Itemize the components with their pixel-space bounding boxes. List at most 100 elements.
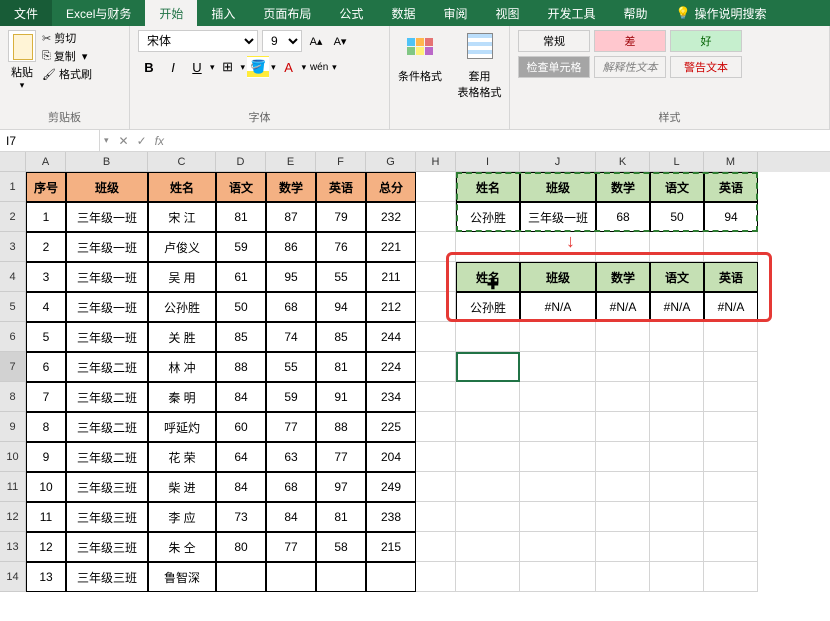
cell[interactable] xyxy=(416,532,456,562)
cell[interactable]: 94 xyxy=(704,202,758,232)
cell[interactable]: 238 xyxy=(366,502,416,532)
tab-insert[interactable]: 插入 xyxy=(197,0,249,26)
cell[interactable] xyxy=(416,232,456,262)
cell[interactable] xyxy=(650,442,704,472)
tab-help[interactable]: 帮助 xyxy=(610,0,662,26)
table-format-label[interactable]: 套用 表格格式 xyxy=(458,68,502,100)
cell[interactable] xyxy=(366,562,416,592)
cell[interactable]: 77 xyxy=(266,532,316,562)
table-format-icon[interactable] xyxy=(464,30,496,62)
cell[interactable] xyxy=(520,352,596,382)
cell[interactable]: 84 xyxy=(216,472,266,502)
cell[interactable]: 88 xyxy=(216,352,266,382)
cell[interactable] xyxy=(704,472,758,502)
cell[interactable]: 三年级二班 xyxy=(66,442,148,472)
style-normal[interactable]: 常规 xyxy=(518,30,590,52)
row-header[interactable]: 11 xyxy=(0,472,26,502)
tell-me[interactable]: 💡操作说明搜索 xyxy=(662,0,781,26)
cell[interactable]: 13 xyxy=(26,562,66,592)
cell[interactable]: #N/A xyxy=(650,292,704,322)
col-header[interactable]: A xyxy=(26,152,66,172)
cell[interactable]: 12 xyxy=(26,532,66,562)
cell[interactable]: 55 xyxy=(266,352,316,382)
cell[interactable] xyxy=(650,322,704,352)
cell[interactable] xyxy=(650,502,704,532)
cell[interactable]: 秦 明 xyxy=(148,382,216,412)
cell[interactable]: 班级 xyxy=(66,172,148,202)
cell[interactable] xyxy=(456,352,520,382)
cell[interactable] xyxy=(650,352,704,382)
cell[interactable]: 59 xyxy=(216,232,266,262)
fill-color-button[interactable]: 🪣 xyxy=(247,56,269,78)
cell[interactable] xyxy=(216,562,266,592)
col-header[interactable]: L xyxy=(650,152,704,172)
cell[interactable]: 公孙胜 xyxy=(148,292,216,322)
cell[interactable]: 249 xyxy=(366,472,416,502)
cell[interactable] xyxy=(650,532,704,562)
cell[interactable]: 三年级一班 xyxy=(520,202,596,232)
cell[interactable]: 姓名 xyxy=(456,262,520,292)
cell[interactable] xyxy=(520,562,596,592)
formula-input[interactable] xyxy=(170,134,830,148)
cell[interactable]: 花 荣 xyxy=(148,442,216,472)
cell[interactable] xyxy=(596,352,650,382)
cell[interactable]: 数学 xyxy=(596,172,650,202)
style-explain[interactable]: 解释性文本 xyxy=(594,56,666,78)
cell[interactable]: 80 xyxy=(216,532,266,562)
cell[interactable]: 73 xyxy=(216,502,266,532)
cell[interactable]: #N/A xyxy=(704,292,758,322)
cell[interactable] xyxy=(416,472,456,502)
cell[interactable]: 211 xyxy=(366,262,416,292)
cell[interactable]: 三年级一班 xyxy=(66,292,148,322)
cell[interactable] xyxy=(704,532,758,562)
font-color-button[interactable]: A xyxy=(278,56,300,78)
cell[interactable]: #N/A xyxy=(596,292,650,322)
cell[interactable]: 87 xyxy=(266,202,316,232)
cell[interactable] xyxy=(456,442,520,472)
cell[interactable]: 221 xyxy=(366,232,416,262)
tab-layout[interactable]: 页面布局 xyxy=(249,0,325,26)
cell[interactable]: 50 xyxy=(650,202,704,232)
cell[interactable]: 李 应 xyxy=(148,502,216,532)
cell[interactable] xyxy=(520,232,596,262)
fx-icon[interactable]: fx xyxy=(155,134,164,148)
cell[interactable]: 语文 xyxy=(650,172,704,202)
cell[interactable]: 序号 xyxy=(26,172,66,202)
cell[interactable]: 79 xyxy=(316,202,366,232)
cell[interactable]: 74 xyxy=(266,322,316,352)
cell[interactable] xyxy=(416,202,456,232)
cell[interactable]: 数学 xyxy=(596,262,650,292)
cell[interactable] xyxy=(520,472,596,502)
select-all-corner[interactable] xyxy=(0,152,26,172)
tab-review[interactable]: 审阅 xyxy=(429,0,481,26)
cell[interactable] xyxy=(704,502,758,532)
col-header[interactable]: B xyxy=(66,152,148,172)
cell[interactable]: 三年级一班 xyxy=(66,232,148,262)
cell[interactable]: 50 xyxy=(216,292,266,322)
col-header[interactable]: C xyxy=(148,152,216,172)
cell[interactable]: 84 xyxy=(266,502,316,532)
cell[interactable] xyxy=(456,502,520,532)
cell[interactable]: 68 xyxy=(596,202,650,232)
cell[interactable]: 94 xyxy=(316,292,366,322)
cell[interactable]: 55 xyxy=(316,262,366,292)
cell[interactable]: 64 xyxy=(216,442,266,472)
cell[interactable] xyxy=(596,382,650,412)
col-header[interactable]: E xyxy=(266,152,316,172)
cell[interactable] xyxy=(416,262,456,292)
cell[interactable]: 86 xyxy=(266,232,316,262)
cell[interactable]: 三年级三班 xyxy=(66,562,148,592)
row-header[interactable]: 5 xyxy=(0,292,26,322)
cell[interactable] xyxy=(520,502,596,532)
cell[interactable]: 2 xyxy=(26,232,66,262)
tab-home[interactable]: 开始 xyxy=(145,0,197,26)
row-header[interactable]: 12 xyxy=(0,502,26,532)
cell[interactable] xyxy=(456,412,520,442)
col-header[interactable]: J xyxy=(520,152,596,172)
tab-excel-finance[interactable]: Excel与财务 xyxy=(52,0,145,26)
cell[interactable]: 宋 江 xyxy=(148,202,216,232)
italic-button[interactable]: I xyxy=(162,56,184,78)
cell[interactable] xyxy=(520,532,596,562)
cell[interactable] xyxy=(596,322,650,352)
cell[interactable]: 语文 xyxy=(216,172,266,202)
